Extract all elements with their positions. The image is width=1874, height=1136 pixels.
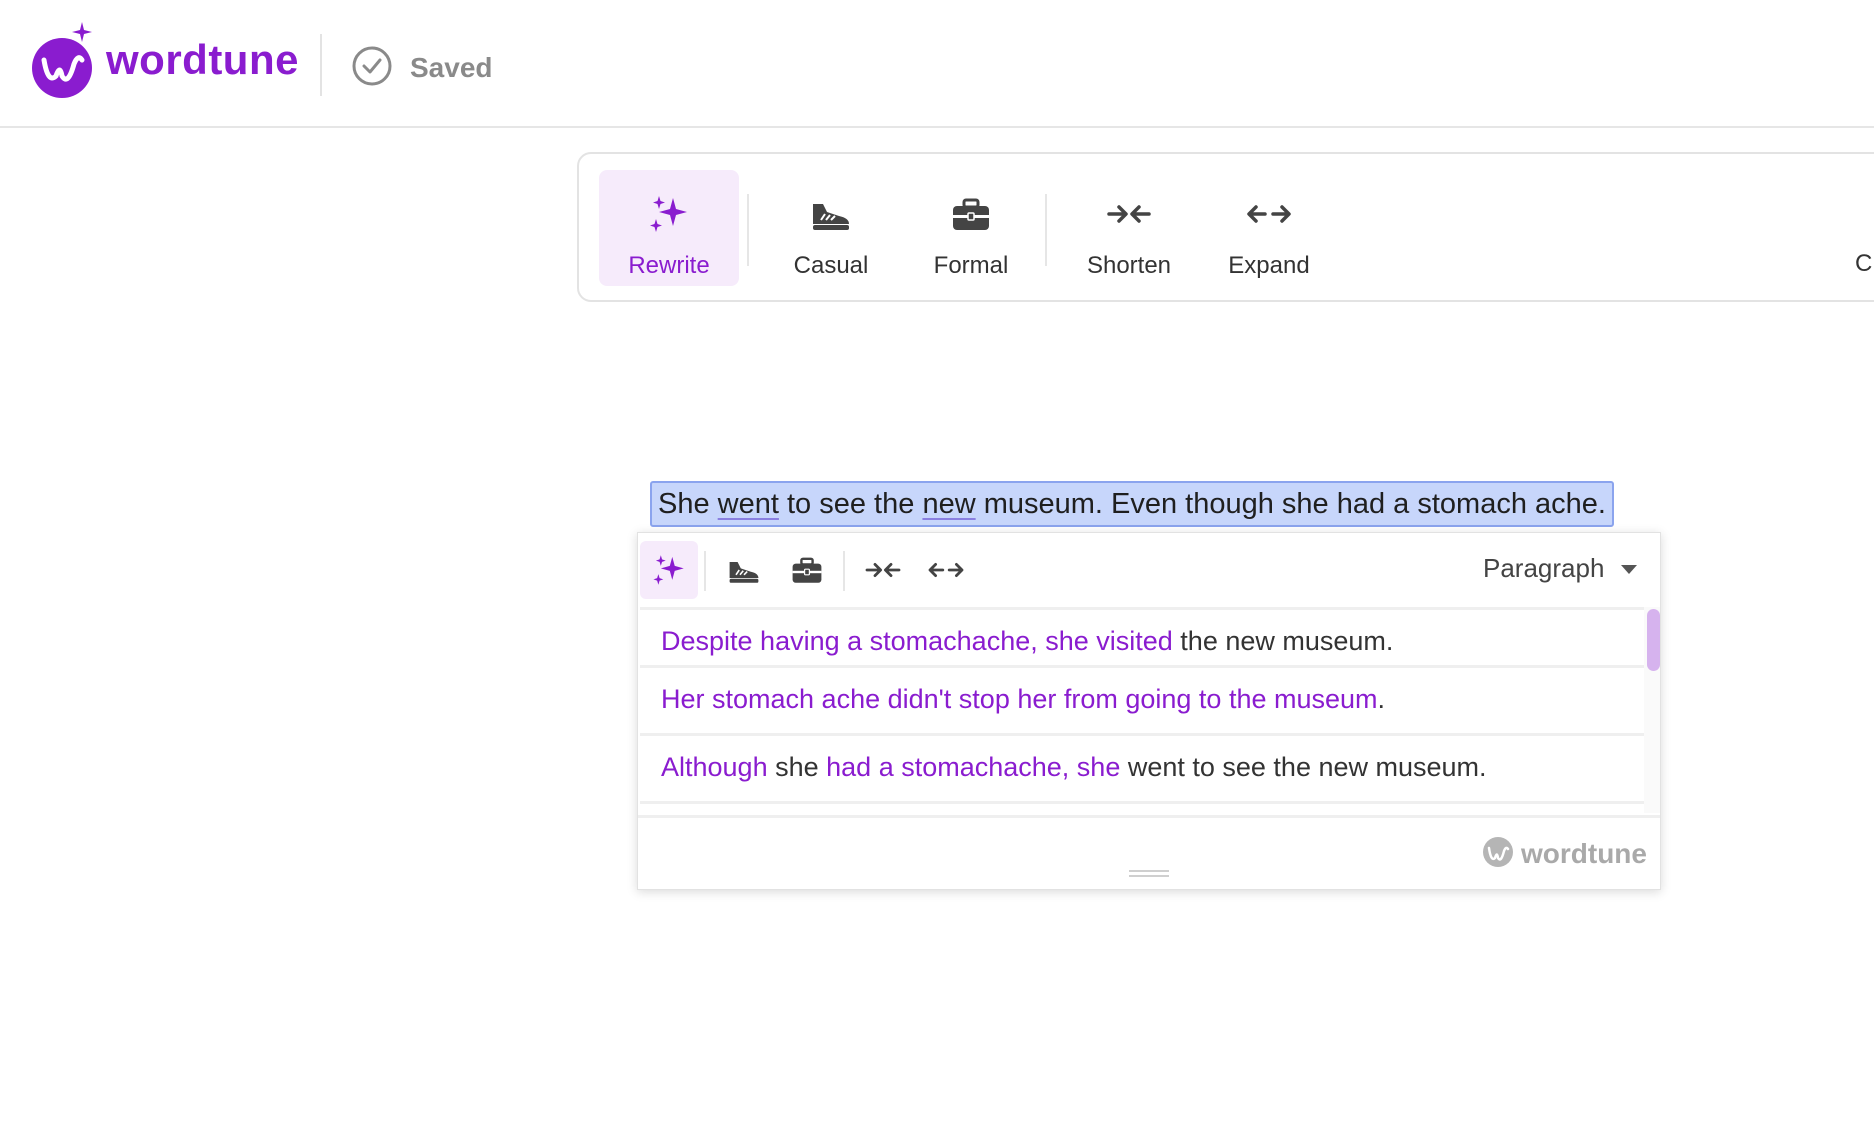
suggestion-list: Despite having a stomachache, she visite… (638, 607, 1644, 813)
briefcase-icon (953, 198, 989, 230)
tab-formal-label: Formal (933, 252, 1009, 279)
arrows-out-icon (1247, 205, 1291, 223)
suggestion-item[interactable]: Although she had a stomachache, she went… (640, 733, 1644, 799)
tab-casual-label: Casual (793, 252, 869, 279)
suggestions-popup: Paragraph Despite having a stomachache, … (637, 532, 1661, 890)
suggestion-item[interactable] (640, 801, 1644, 813)
suggestion-unchanged-text: went to see the new museum. (1120, 752, 1487, 782)
toolbar-divider (1045, 194, 1047, 266)
suggestion-changed-text: Her stomach ache didn't stop her from go… (661, 684, 1378, 714)
suggestion-unchanged-text: . (1377, 684, 1386, 714)
toolbar-divider (747, 194, 749, 266)
suggestion-changed-text: Despite having a stomachache, she visite… (661, 626, 1173, 656)
suggestion-changed-text: Although (661, 752, 768, 782)
wordtune-logo-icon[interactable] (30, 20, 96, 100)
app-header: wordtune Saved (0, 0, 1874, 128)
wordtune-logo-icon (1483, 837, 1513, 867)
arrows-in-icon (1107, 205, 1151, 223)
popup-rewrite-button[interactable] (640, 541, 698, 599)
popup-footer: wordtune (638, 815, 1660, 889)
tab-casual[interactable]: Casual (761, 170, 901, 286)
selected-text-underlined: new (922, 488, 976, 520)
selected-text-underlined: went (717, 488, 779, 520)
suggestion-item[interactable]: Her stomach ache didn't stop her from go… (640, 665, 1644, 731)
sparkles-icon (653, 555, 684, 585)
header-divider (320, 34, 322, 96)
arrows-out-icon (928, 563, 964, 577)
selected-text-part: to see the (778, 488, 923, 520)
briefcase-icon (792, 557, 822, 583)
popup-expand-button[interactable] (917, 541, 975, 599)
suggestion-changed-text: had a stomachache, she (826, 752, 1121, 782)
mode-dropdown[interactable]: Paragraph (1483, 553, 1604, 584)
suggestion-item[interactable]: Despite having a stomachache, she visite… (640, 607, 1644, 673)
rewrite-toolbar: Rewrite Casual Formal Shorten Expand (577, 152, 1874, 302)
saved-status: Saved (410, 52, 493, 83)
tab-rewrite[interactable]: Rewrite (599, 170, 739, 286)
check-circle-icon (352, 46, 392, 86)
suggestion-unchanged-text: the new museum. (1172, 626, 1394, 656)
popup-toolbar-divider (843, 551, 845, 591)
selected-text-part: museum. Even though she had a stomach ac… (975, 488, 1606, 520)
footer-logo-text: wordtune (1521, 838, 1647, 869)
scrollbar-thumb[interactable] (1647, 609, 1660, 671)
suggestion-unchanged-text: she (767, 752, 827, 782)
popup-toolbar-divider (704, 551, 706, 591)
selected-text[interactable]: She went to see the new museum. Even tho… (650, 481, 1614, 527)
popup-casual-button[interactable] (715, 541, 773, 599)
arrows-in-icon (865, 563, 901, 577)
tab-expand[interactable]: Expand (1199, 170, 1339, 286)
sparkles-icon (650, 196, 687, 232)
tab-rewrite-label: Rewrite (628, 252, 710, 279)
selected-text-part: She (658, 488, 718, 520)
toolbar-overflow-label[interactable]: C (1855, 250, 1872, 278)
logo-text: wordtune (106, 36, 299, 83)
tab-shorten-label: Shorten (1086, 252, 1172, 279)
tab-expand-label: Expand (1228, 252, 1310, 279)
chevron-down-icon[interactable] (1621, 565, 1637, 574)
popup-formal-button[interactable] (778, 541, 836, 599)
tab-shorten[interactable]: Shorten (1059, 170, 1199, 286)
resize-handle[interactable] (1129, 870, 1169, 877)
tab-formal[interactable]: Formal (901, 170, 1041, 286)
sneaker-icon (729, 562, 759, 583)
sneaker-icon (813, 204, 849, 230)
popup-shorten-button[interactable] (854, 541, 912, 599)
